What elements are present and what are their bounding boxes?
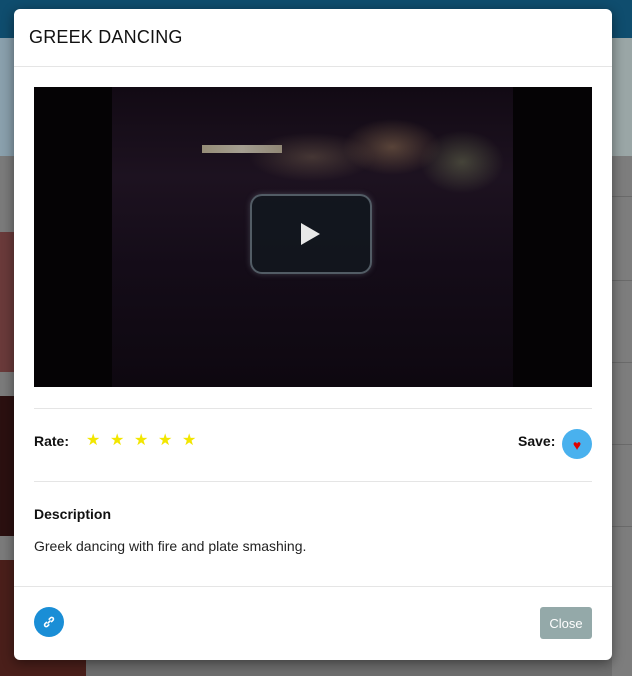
background-divider xyxy=(612,362,632,363)
background-map xyxy=(0,38,14,156)
play-icon xyxy=(301,223,320,245)
modal-header: GREEK DANCING xyxy=(14,9,612,67)
heart-icon: ♥ xyxy=(572,436,582,453)
description-text: Greek dancing with fire and plate smashi… xyxy=(34,538,307,554)
rate-label: Rate: xyxy=(34,433,70,449)
description-heading: Description xyxy=(34,506,112,522)
save-favorite-button[interactable]: ♥ xyxy=(562,429,592,459)
background-divider xyxy=(612,526,632,527)
save-label: Save: xyxy=(518,433,556,449)
divider xyxy=(34,408,592,409)
background-divider xyxy=(612,280,632,281)
video-modal: GREEK DANCING Rate: ★ ★ ★ ★ ★ Save: ♥ De… xyxy=(14,9,612,660)
star-icon[interactable]: ★ xyxy=(158,433,174,449)
background-list-right xyxy=(612,156,632,676)
star-icon[interactable]: ★ xyxy=(134,433,150,449)
star-icon[interactable]: ★ xyxy=(110,433,126,449)
share-link-button[interactable] xyxy=(34,607,64,637)
star-icon[interactable]: ★ xyxy=(182,433,198,449)
background-map-right xyxy=(612,38,632,156)
modal-title: GREEK DANCING xyxy=(29,27,183,47)
divider xyxy=(34,481,592,482)
star-icon[interactable]: ★ xyxy=(86,433,102,449)
background-thumbnail xyxy=(0,232,14,372)
rating-stars[interactable]: ★ ★ ★ ★ ★ xyxy=(86,433,198,449)
close-button[interactable]: Close xyxy=(540,607,592,639)
video-scene-lights xyxy=(202,145,282,153)
play-button[interactable] xyxy=(250,194,372,274)
background-divider xyxy=(612,444,632,445)
link-icon xyxy=(43,616,55,628)
video-player[interactable] xyxy=(34,87,592,387)
modal-footer-divider xyxy=(14,586,612,587)
background-divider xyxy=(612,196,632,197)
background-thumbnail xyxy=(0,396,14,536)
